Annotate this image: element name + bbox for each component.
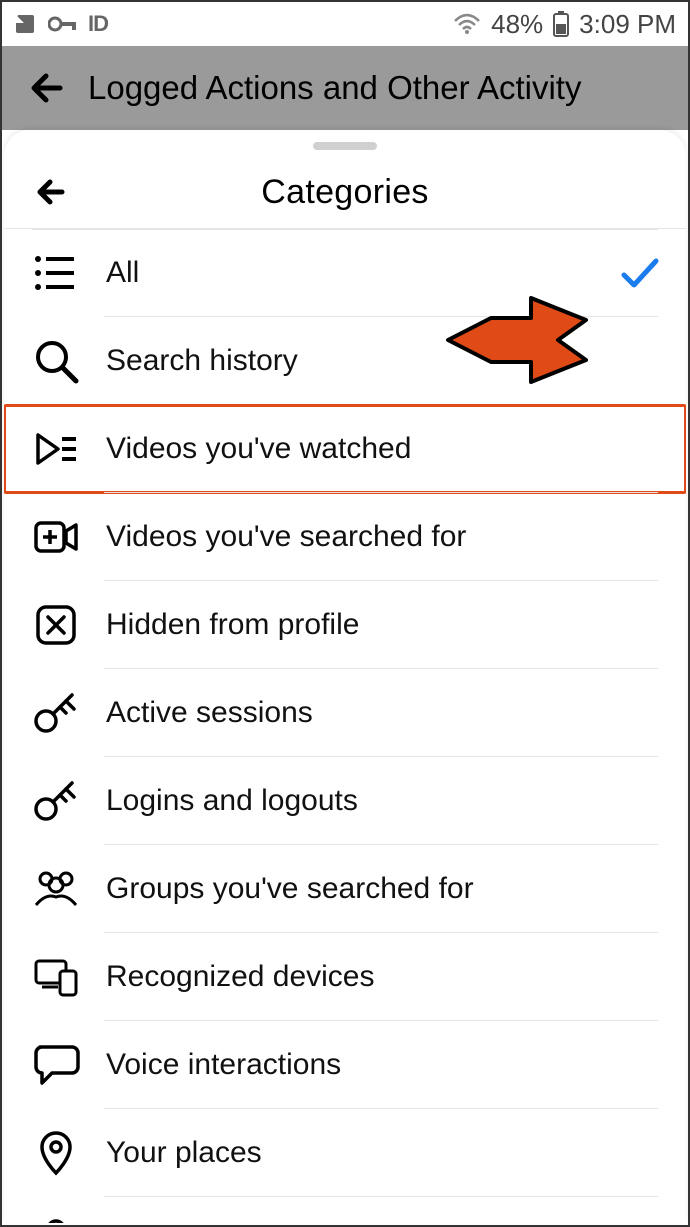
category-list: All Search history Videos you've watched Vi… bbox=[4, 228, 686, 1223]
video-list-icon bbox=[32, 425, 80, 473]
battery-percent: 48% bbox=[491, 9, 543, 40]
category-label: Logins and logouts bbox=[106, 784, 358, 818]
key-icon bbox=[32, 689, 80, 737]
category-label: Recognized devices bbox=[106, 960, 375, 994]
group-icon bbox=[32, 865, 80, 913]
drag-handle[interactable] bbox=[313, 142, 377, 150]
x-box-icon bbox=[32, 601, 80, 649]
category-label: Videos you've watched bbox=[106, 432, 411, 466]
category-label: Videos you've searched for bbox=[106, 520, 466, 554]
category-row-active-sessions[interactable]: Active sessions bbox=[4, 669, 686, 757]
category-row-groups-you-ve-searched-for[interactable]: Groups you've searched for bbox=[4, 845, 686, 933]
category-label: Voice interactions bbox=[106, 1048, 341, 1082]
chat-icon bbox=[32, 1041, 80, 1089]
sheet-back-button[interactable] bbox=[32, 173, 70, 211]
vpn-key-icon bbox=[48, 15, 78, 33]
search-icon bbox=[32, 337, 80, 385]
key-icon bbox=[32, 777, 80, 825]
video-add-icon bbox=[32, 513, 80, 561]
pin-icon bbox=[32, 1129, 80, 1177]
category-row-hidden-from-profile[interactable]: Hidden from profile bbox=[4, 581, 686, 669]
category-row-logins-and-logouts[interactable]: Logins and logouts bbox=[4, 757, 686, 845]
category-row-voice-interactions[interactable]: Voice interactions bbox=[4, 1021, 686, 1109]
bag-icon bbox=[32, 1217, 80, 1223]
status-bar: ID 48% 3:09 PM bbox=[2, 2, 688, 46]
category-row-products-you-wanted[interactable]: Products you wanted bbox=[4, 1197, 686, 1223]
category-label: Search history bbox=[106, 344, 298, 378]
status-left: ID bbox=[14, 11, 108, 37]
list-icon bbox=[32, 249, 80, 297]
categories-sheet: Categories All Search history Videos you'v… bbox=[4, 130, 686, 1223]
category-row-your-places[interactable]: Your places bbox=[4, 1109, 686, 1197]
sd-card-icon bbox=[14, 13, 38, 35]
check-icon bbox=[618, 253, 658, 293]
category-row-search-history[interactable]: Search history bbox=[4, 317, 686, 405]
category-row-recognized-devices[interactable]: Recognized devices bbox=[4, 933, 686, 1021]
back-arrow-icon[interactable] bbox=[26, 67, 68, 109]
category-row-videos-you-ve-watched[interactable]: Videos you've watched bbox=[4, 405, 686, 493]
page-title: Logged Actions and Other Activity bbox=[88, 69, 581, 107]
category-label: Groups you've searched for bbox=[106, 872, 474, 906]
devices-icon bbox=[32, 953, 80, 1001]
category-label: Active sessions bbox=[106, 696, 313, 730]
id-icon: ID bbox=[88, 11, 108, 37]
category-label: Hidden from profile bbox=[106, 608, 359, 642]
category-row-all[interactable]: All bbox=[4, 228, 686, 317]
category-row-videos-you-ve-searched-for[interactable]: Videos you've searched for bbox=[4, 493, 686, 581]
category-label: All bbox=[106, 256, 139, 290]
sheet-header: Categories bbox=[4, 156, 686, 228]
category-label: Your places bbox=[106, 1136, 262, 1170]
clock-time: 3:09 PM bbox=[579, 9, 676, 40]
battery-icon bbox=[553, 11, 569, 37]
status-right: 48% 3:09 PM bbox=[453, 9, 676, 40]
sheet-title: Categories bbox=[261, 173, 428, 212]
wifi-icon bbox=[453, 13, 481, 35]
underlying-header: Logged Actions and Other Activity bbox=[2, 46, 688, 130]
